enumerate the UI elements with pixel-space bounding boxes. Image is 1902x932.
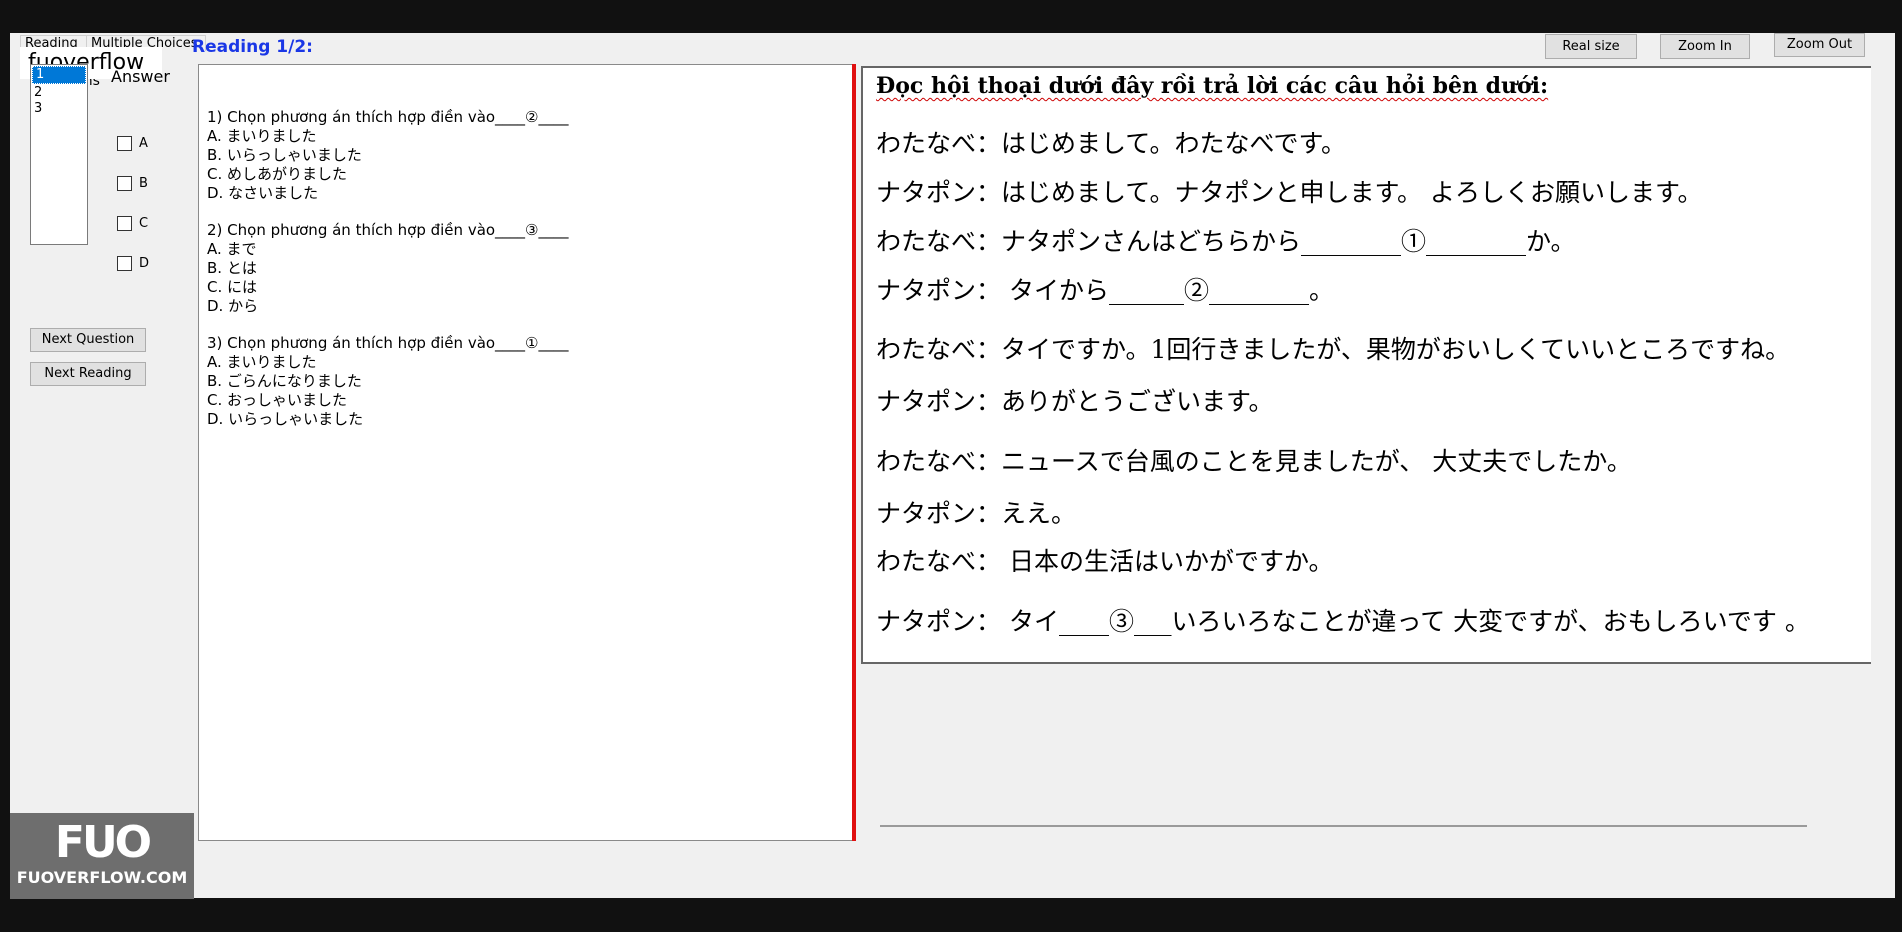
question-block: 2) Chọn phương án thích hợp điền vào____… [207,221,569,316]
next-reading-button[interactable]: Next Reading [30,362,146,386]
question-choice: B. ごらんになりました [207,372,362,390]
question-prompt: 2) Chọn phương án thích hợp điền vào____… [207,221,569,239]
zoom-out-button[interactable]: Zoom Out [1774,33,1865,57]
question-choice: A. まいりました [207,353,317,371]
checkbox[interactable] [117,176,132,191]
horizontal-scrollbar[interactable] [880,825,1807,827]
option-label: B [139,176,148,191]
dialogue-line: ナタポン：ありがとうございます。 [876,387,1274,416]
question-choice: C. めしあがりました [207,165,348,183]
logo-mark: FUO [54,817,152,868]
question-block: 1) Chọn phương án thích hợp điền vào____… [207,108,569,203]
question-choice: D. から [207,297,259,315]
reading-instructions: Đọc hội thoại dưới đây rồi trả lời các c… [876,73,1549,99]
answer-option-d[interactable]: D [117,256,149,271]
question-choice: D. なさいました [207,184,319,202]
question-list-item[interactable]: 1 [32,66,86,84]
questions-panel: 1) Chọn phương án thích hợp điền vào____… [198,64,853,841]
dialogue-line: ナタポン： タイ____③___いろいろなことが違って 大変ですが、おもしろいで… [876,607,1810,636]
question-prompt: 1) Chọn phương án thích hợp điền vào____… [207,108,569,126]
dialogue-line: わたなべ：タイですか。1回行きましたが、果物がおいしくていいところですね。 [876,335,1791,364]
real-size-button[interactable]: Real size [1545,34,1637,59]
question-choice: C. には [207,278,258,296]
option-label: D [139,256,150,271]
reading-image: Đọc hội thoại dưới đây rồi trả lời các c… [861,66,1871,664]
dialogue-line: ナタポン：はじめまして。ナタポンと申します。 よろしくお願いします。 [876,178,1703,207]
question-list-item[interactable]: 2 [31,85,87,101]
splitter[interactable] [852,64,856,841]
answer-option-c[interactable]: C [117,216,148,231]
question-list[interactable]: 1 2 3 [30,64,88,245]
question-prompt: 3) Chọn phương án thích hợp điền vào____… [207,334,569,352]
option-label: A [139,136,148,151]
reading-title: Reading 1/2: [192,37,313,57]
answer-label: Answer [111,67,170,86]
question-block: 3) Chọn phương án thích hợp điền vào____… [207,334,569,429]
dialogue-line: ナタポン： タイから______②________。 [876,276,1334,305]
dialogue-line: ナタポン：ええ。 [876,499,1077,528]
dialogue-line: わたなべ： 日本の生活はいかがですか。 [876,547,1334,576]
dialogue-line: わたなべ：ニュースで台風のことを見ましたが、 大丈夫でしたか。 [876,447,1632,476]
checkbox[interactable] [117,256,132,271]
option-label: C [139,216,149,231]
question-choice: B. いらっしゃいました [207,146,362,164]
zoom-in-button[interactable]: Zoom In [1660,34,1750,59]
question-list-item[interactable]: 3 [31,101,87,117]
checkbox[interactable] [117,136,132,151]
question-choice: D. いらっしゃいました [207,410,364,428]
question-choice: A. まで [207,240,257,258]
dialogue-line: わたなべ：ナタポンさんはどちらから________①________か。 [876,227,1576,256]
next-question-button[interactable]: Next Question [30,328,146,352]
answer-option-a[interactable]: A [117,136,148,151]
logo-text: FUOVERFLOW.COM [16,868,188,887]
checkbox[interactable] [117,216,132,231]
dialogue-line: わたなべ：はじめまして。わたなべです。 [876,129,1347,158]
question-choice: A. まいりました [207,127,317,145]
fuo-logo: FUO FUOVERFLOW.COM [10,813,194,899]
answer-option-b[interactable]: B [117,176,148,191]
question-choice: B. とは [207,259,257,277]
question-choice: C. おっしゃいました [207,391,348,409]
